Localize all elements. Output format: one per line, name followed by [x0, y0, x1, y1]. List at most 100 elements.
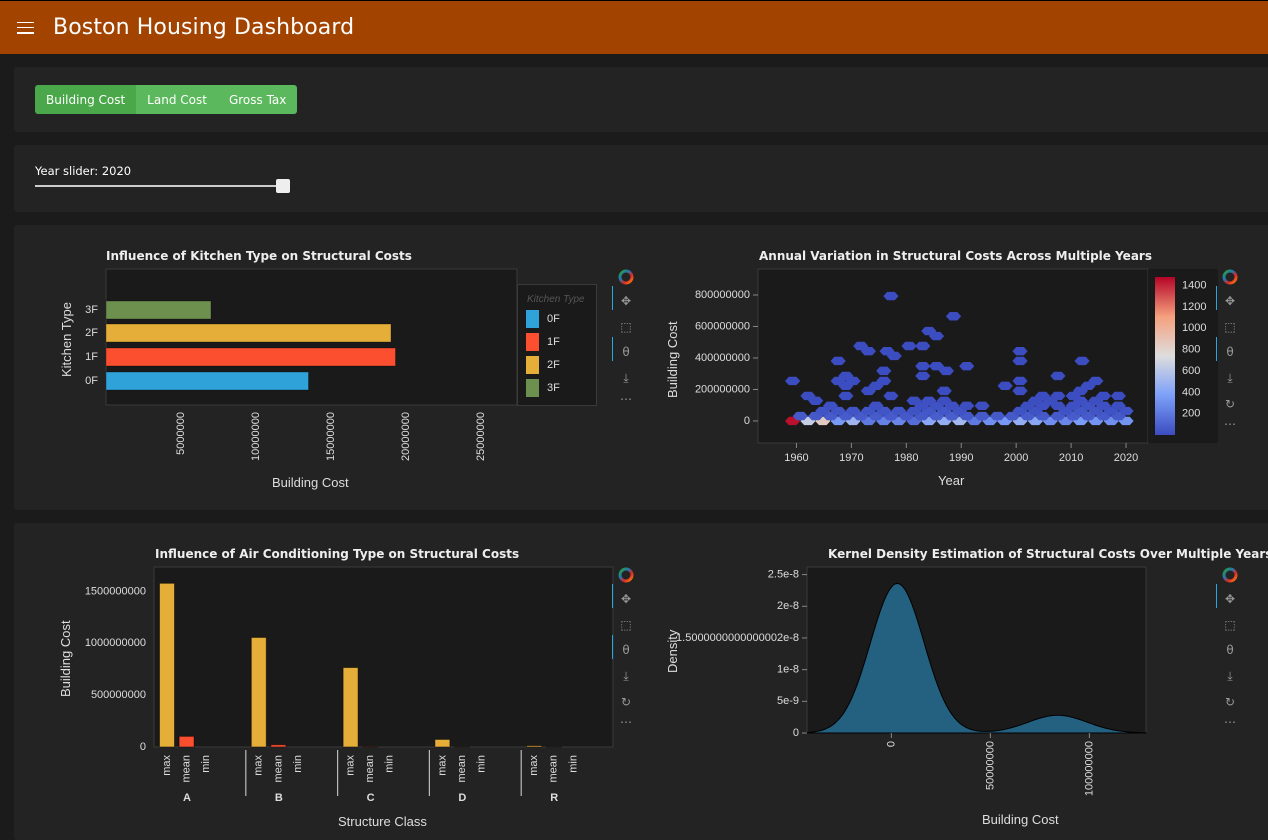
legend-item-1f[interactable]: 1F	[526, 333, 560, 351]
reset-icon[interactable]: ↻	[1220, 693, 1240, 711]
ac-subcategory-label: mean	[364, 755, 376, 783]
ac-subcategory-label: max	[161, 755, 173, 776]
legend-label: 0F	[547, 313, 560, 325]
more-icon[interactable]: ⋯	[616, 713, 636, 731]
kitchen-xtick-label: 10000000	[250, 412, 262, 461]
kitchen-ytick-label: 3F	[85, 304, 98, 316]
kde-ytick-label: 2e-8	[777, 600, 799, 612]
colorbar-tick-label: 1400	[1182, 279, 1206, 291]
legend-item-2f[interactable]: 2F	[526, 356, 560, 374]
kitchen-bar-1f	[105, 347, 396, 367]
ac-subcategory-label: max	[436, 755, 448, 776]
kitchen-legend: Kitchen Type 0F 1F 2F 3F	[517, 284, 597, 406]
kde-xtick-label: 0	[885, 741, 897, 747]
ac-bar-a-mean	[178, 735, 195, 748]
ac-chart-title: Influence of Air Conditioning Type on St…	[155, 547, 520, 561]
legend-swatch	[526, 310, 539, 328]
ac-category-label: A	[183, 792, 191, 804]
legend-item-0f[interactable]: 0F	[526, 310, 560, 328]
ac-subcategory-label: max	[528, 755, 540, 776]
save-icon[interactable]: ⤓	[616, 667, 636, 685]
colorbar-tick-label: 800	[1182, 344, 1200, 356]
hexbin-xtick-label: 1980	[894, 452, 918, 464]
legend-label: 2F	[547, 359, 560, 371]
ac-plot-area	[153, 566, 614, 748]
kde-ytick-label: 1.5000000000000002e-8	[676, 632, 799, 644]
hexbin-xtick-label: 2020	[1114, 452, 1138, 464]
legend-title: Kitchen Type	[527, 294, 585, 305]
colorbar-tick-label: 1200	[1182, 301, 1206, 313]
legend-item-3f[interactable]: 3F	[526, 379, 560, 397]
more-icon[interactable]: ⋯	[1220, 713, 1240, 731]
hexbin-chart-ylabel: Building Cost	[665, 321, 680, 398]
kde-chart-ylabel: Density	[665, 629, 680, 673]
legend-swatch	[526, 379, 539, 397]
pan-icon[interactable]: ✥	[1220, 292, 1240, 310]
active-tool-indicator	[612, 635, 613, 659]
box-zoom-icon[interactable]: ⬚	[1220, 616, 1240, 634]
wheel-zoom-icon[interactable]: θ	[1220, 641, 1240, 659]
ac-ytick-label: 1000000000	[85, 637, 146, 649]
kitchen-ytick-label: 1F	[85, 351, 98, 363]
hexbin-ytick-label: 200000000	[695, 383, 750, 395]
box-zoom-icon[interactable]: ⬚	[1220, 318, 1240, 336]
ac-bar-b-max	[250, 636, 267, 748]
legend-swatch	[526, 356, 539, 374]
hexbin-chart-title: Annual Variation in Structural Costs Acr…	[759, 249, 1152, 263]
ac-bar-a-max	[159, 582, 175, 748]
wheel-zoom-icon[interactable]: θ	[616, 641, 636, 659]
ac-category-label: C	[367, 792, 375, 804]
kitchen-ytick-label: 2F	[85, 327, 98, 339]
active-tool-indicator	[612, 337, 613, 361]
kitchen-xtick-label: 5000000	[175, 412, 187, 455]
save-icon[interactable]: ⤓	[1220, 667, 1240, 685]
wheel-zoom-icon[interactable]: θ	[1220, 343, 1240, 361]
colorbar	[1155, 277, 1175, 435]
ac-category-label: B	[275, 792, 283, 804]
active-tool-indicator	[612, 584, 613, 608]
colorbar-tick-label: 400	[1182, 386, 1200, 398]
bokeh-logo-icon	[1220, 268, 1240, 286]
pan-icon[interactable]: ✥	[616, 590, 636, 608]
hexbin-xtick-label: 2000	[1004, 452, 1028, 464]
hexbin-chart-xlabel: Year	[938, 473, 965, 488]
wheel-zoom-icon[interactable]: θ	[616, 343, 636, 361]
kde-ytick-label: 2.5e-8	[768, 569, 799, 581]
reset-icon[interactable]: ↻	[1220, 395, 1240, 413]
ac-subcategory-label: min	[476, 755, 488, 773]
more-icon[interactable]: ⋯	[1220, 415, 1240, 433]
more-icon[interactable]: ⋯	[616, 390, 636, 408]
kitchen-chart-xlabel: Building Cost	[272, 475, 349, 490]
colorbar-tick-label: 200	[1182, 408, 1200, 420]
bokeh-logo-icon	[616, 566, 636, 584]
ac-subcategory-label: mean	[272, 755, 284, 783]
save-icon[interactable]: ⤓	[1220, 369, 1240, 387]
ac-ytick-label: 1500000000	[85, 585, 146, 597]
save-icon[interactable]: ⤓	[616, 369, 636, 387]
ac-subcategory-label: min	[200, 755, 212, 773]
active-tool-indicator	[1216, 584, 1217, 608]
ac-subcategory-label: mean	[548, 755, 560, 783]
box-zoom-icon[interactable]: ⬚	[616, 616, 636, 634]
ac-category-label: D	[458, 792, 466, 804]
hexbin-xtick-label: 2010	[1059, 452, 1083, 464]
reset-icon[interactable]: ↻	[616, 693, 636, 711]
ac-category-label: R	[550, 792, 558, 804]
hexbin-xtick-label: 1990	[949, 452, 973, 464]
legend-label: 3F	[547, 382, 560, 394]
kde-chart-title: Kernel Density Estimation of Structural …	[828, 547, 1268, 561]
ac-bar-d-max	[434, 738, 451, 748]
pan-icon[interactable]: ✥	[616, 292, 636, 310]
ac-subcategory-label: mean	[181, 755, 193, 783]
box-zoom-icon[interactable]: ⬚	[616, 318, 636, 336]
kitchen-xtick-label: 25000000	[475, 412, 487, 461]
kitchen-bar-2f	[105, 323, 392, 343]
active-tool-indicator	[1216, 286, 1217, 310]
pan-icon[interactable]: ✥	[1220, 590, 1240, 608]
colorbar-tick-label: 600	[1182, 365, 1200, 377]
ac-subcategory-label: max	[345, 755, 357, 776]
kitchen-ytick-label: 0F	[85, 375, 98, 387]
kde-ytick-label: 5e-9	[777, 695, 799, 707]
hexbin-ytick-label: 0	[744, 415, 750, 427]
bokeh-logo-icon	[616, 268, 636, 286]
